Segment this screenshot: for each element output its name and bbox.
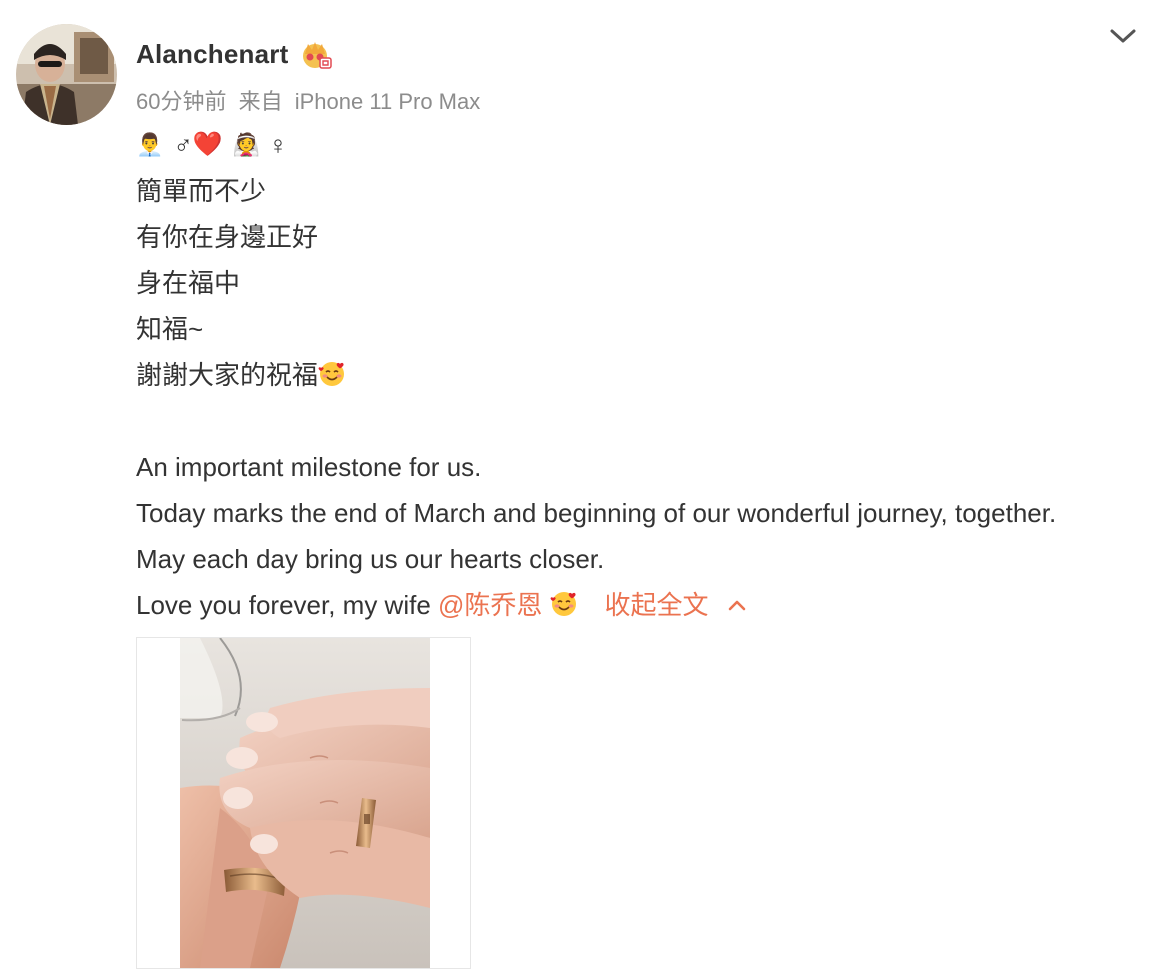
post-time[interactable]: 60分钟前 xyxy=(136,89,226,114)
post-content: 👨‍💼 ♂ ❤️ 👰 ♀ 簡單而不少 有你在身邊正好 身在福中 知福~ 謝謝大家… xyxy=(136,122,1156,628)
source-prefix: 来自 xyxy=(238,89,283,114)
text-line-with-emoji: 謝謝大家的祝福 xyxy=(136,352,1156,398)
post-image[interactable] xyxy=(136,637,471,969)
mention-link[interactable]: @陈乔恩 xyxy=(438,590,542,620)
smiling-face-hearts-icon xyxy=(318,362,345,386)
female-sign: ♀ xyxy=(268,130,288,160)
groom-emoji: 👨‍💼 xyxy=(136,132,164,157)
bride-emoji: 👰 xyxy=(232,132,261,157)
post-meta: 60分钟前 来自 iPhone 11 Pro Max xyxy=(136,84,480,116)
username[interactable]: Alanchenart xyxy=(136,39,288,70)
text-line: Love you forever, my wife xyxy=(136,590,439,620)
text-line: 謝謝大家的祝福 xyxy=(136,360,319,390)
chevron-down-icon[interactable] xyxy=(1108,24,1138,48)
avatar[interactable] xyxy=(16,24,117,125)
heart-emoji: ❤️ xyxy=(192,131,223,158)
text-line: May each day bring us our hearts closer. xyxy=(136,544,605,574)
text-line: 知福~ xyxy=(136,314,204,344)
text-line: 有你在身邊正好 xyxy=(136,222,319,252)
text-line-last: Love you forever, my wife @陈乔恩 收起全文 xyxy=(136,582,1156,628)
vip-crown-badge-icon[interactable] xyxy=(298,38,334,70)
male-sign: ♂ xyxy=(173,130,193,160)
post-header: Alanchenart xyxy=(136,36,334,72)
text-line: 身在福中 xyxy=(136,268,241,298)
collapse-text-link[interactable]: 收起全文 xyxy=(604,590,708,620)
chevron-up-icon[interactable] xyxy=(726,597,748,613)
smiling-face-hearts-icon xyxy=(551,592,577,616)
text-line: An important milestone for us. xyxy=(136,452,482,482)
text-line: 簡單而不少 xyxy=(136,176,267,206)
post-source: iPhone 11 Pro Max xyxy=(294,89,481,114)
ring-hands-photo xyxy=(180,638,430,968)
emoji-line: 👨‍💼 ♂ ❤️ 👰 ♀ xyxy=(136,122,1156,168)
text-line: Today marks the end of March and beginni… xyxy=(136,498,1057,528)
